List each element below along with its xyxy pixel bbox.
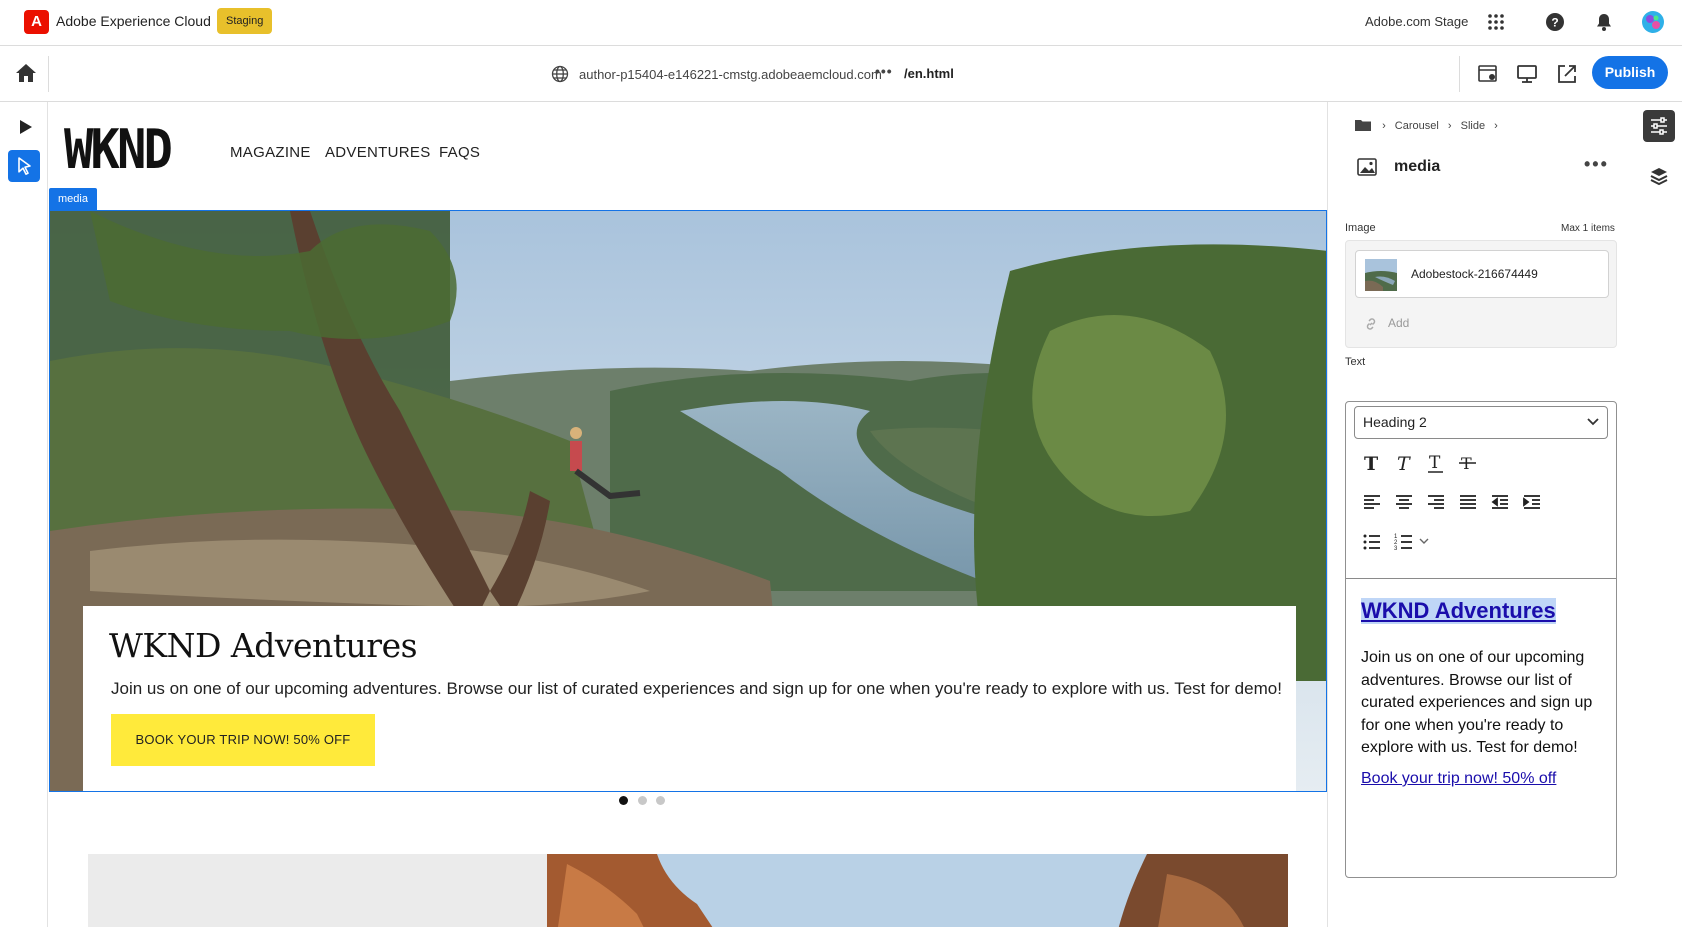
panel-more-button[interactable]: ••• [1584, 154, 1609, 175]
app-header: A Adobe Experience Cloud Staging Adobe.c… [0, 0, 1682, 46]
outdent-icon[interactable] [1489, 491, 1511, 513]
link-icon [1366, 318, 1376, 330]
svg-text:T: T [1364, 453, 1378, 474]
nav-faqs[interactable]: FAQS [439, 144, 480, 161]
user-avatar[interactable] [1641, 10, 1665, 34]
editor-toolbar: author-p15404-e146221-cmstg.adobeaemclou… [0, 46, 1682, 102]
hero-description[interactable]: Join us on one of our upcoming adventure… [111, 679, 1282, 699]
breadcrumb-sep: › [1382, 120, 1386, 132]
numbered-list-icon[interactable]: 123 [1393, 531, 1415, 553]
app-brand[interactable]: Adobe Experience Cloud [56, 13, 211, 29]
carousel-dot-1[interactable] [619, 796, 628, 805]
align-right-icon[interactable] [1425, 491, 1447, 513]
pointer-icon [18, 157, 31, 175]
image-field-label: Image [1345, 222, 1376, 234]
preview-play-icon[interactable] [17, 119, 33, 135]
properties-panel: › Carousel › Slide › media ••• Image Max… [1327, 102, 1636, 927]
carousel-dot-3[interactable] [656, 796, 665, 805]
breadcrumb-sep: › [1447, 120, 1452, 132]
list-options-chevron-icon[interactable] [1418, 535, 1430, 547]
selected-component-tag: media [49, 188, 97, 211]
breadcrumb: › Carousel › Slide › [1355, 119, 1504, 132]
mode-rail [0, 102, 48, 927]
hero-title[interactable]: WKND Adventures [109, 626, 418, 665]
divider [1459, 56, 1460, 92]
divider [48, 56, 49, 92]
nav-magazine[interactable]: MAGAZINE [230, 144, 311, 161]
hero-carousel-slide[interactable]: WKND Adventures Join us on one of our up… [49, 210, 1327, 792]
rich-text-editor: Heading 2 T T T T 123 WKND Adventures Jo… [1345, 401, 1617, 878]
align-center-icon[interactable] [1393, 491, 1415, 513]
bold-icon[interactable]: T [1361, 452, 1383, 474]
image-filename: Adobestock-216674449 [1411, 267, 1538, 281]
panel-rail [1636, 102, 1682, 927]
image-thumbnail [1365, 259, 1397, 291]
org-switcher[interactable]: Adobe.com Stage [1365, 14, 1468, 29]
teaser-placeholder [88, 854, 547, 927]
rte-paragraph[interactable]: Join us on one of our upcoming adventure… [1361, 647, 1603, 760]
carousel-dot-2[interactable] [638, 796, 647, 805]
properties-tab-button[interactable] [1643, 110, 1675, 142]
block-format-value: Heading 2 [1363, 414, 1427, 430]
strikethrough-icon[interactable]: T [1457, 452, 1479, 474]
align-justify-icon[interactable] [1457, 491, 1479, 513]
chevron-down-icon [1587, 418, 1599, 426]
apps-grid-icon[interactable] [1486, 12, 1506, 32]
underline-icon[interactable]: T [1425, 452, 1447, 474]
globe-icon [551, 65, 569, 83]
sliders-icon [1651, 117, 1667, 135]
adobe-logo-icon[interactable]: A [24, 10, 49, 34]
page-canvas: WKND MAGAZINE ADVENTURES FAQS media WKND… [48, 102, 1327, 927]
book-trip-button[interactable]: BOOK YOUR TRIP NOW! 50% OFF [111, 714, 375, 766]
desktop-preview-icon[interactable] [1516, 63, 1538, 85]
image-item[interactable]: Adobestock-216674449 [1355, 250, 1609, 298]
help-icon[interactable]: ? [1545, 12, 1565, 32]
publish-button[interactable]: Publish [1592, 56, 1668, 89]
align-left-icon[interactable] [1361, 491, 1383, 513]
rte-link[interactable]: Book your trip now! 50% off [1361, 770, 1556, 788]
image-max-label: Max 1 items [1561, 223, 1615, 234]
image-component-icon [1357, 158, 1377, 176]
panel-title: media [1394, 158, 1441, 175]
open-page-icon[interactable] [1556, 63, 1578, 85]
home-icon[interactable] [15, 63, 37, 83]
add-image-button[interactable]: Add [1388, 316, 1409, 330]
teaser-image [547, 854, 1288, 927]
image-field: Adobestock-216674449 Add [1345, 240, 1617, 348]
notifications-icon[interactable] [1594, 12, 1614, 32]
rte-heading[interactable]: WKND Adventures [1361, 598, 1556, 624]
wknd-logo[interactable]: WKND [64, 118, 173, 181]
text-field-label: Text [1345, 356, 1366, 368]
layers-icon[interactable] [1649, 166, 1669, 186]
select-mode-button[interactable] [8, 150, 40, 182]
svg-text:?: ? [1551, 16, 1558, 30]
italic-icon[interactable]: T [1393, 452, 1415, 474]
page-url[interactable]: author-p15404-e146221-cmstg.adobeaemclou… [579, 67, 882, 82]
breadcrumb-sep: › [1494, 120, 1498, 132]
indent-icon[interactable] [1521, 491, 1543, 513]
block-format-select[interactable]: Heading 2 [1354, 406, 1608, 439]
divider [1346, 578, 1616, 579]
hero-content-card: WKND Adventures Join us on one of our up… [83, 606, 1296, 791]
page-properties-icon[interactable] [1477, 63, 1499, 85]
breadcrumb-carousel[interactable]: Carousel [1395, 120, 1439, 132]
url-more-button[interactable]: ••• [875, 63, 893, 79]
breadcrumb-slide[interactable]: Slide [1461, 120, 1485, 132]
page-path[interactable]: /en.html [904, 66, 954, 81]
svg-text:T: T [1429, 453, 1441, 473]
canyon-image [547, 854, 1288, 927]
bullet-list-icon[interactable] [1361, 531, 1383, 553]
environment-badge: Staging [217, 8, 273, 34]
svg-text:3: 3 [1394, 546, 1398, 552]
nav-adventures[interactable]: ADVENTURES [325, 144, 431, 161]
svg-text:T: T [1397, 453, 1411, 474]
folder-icon[interactable] [1355, 119, 1371, 131]
